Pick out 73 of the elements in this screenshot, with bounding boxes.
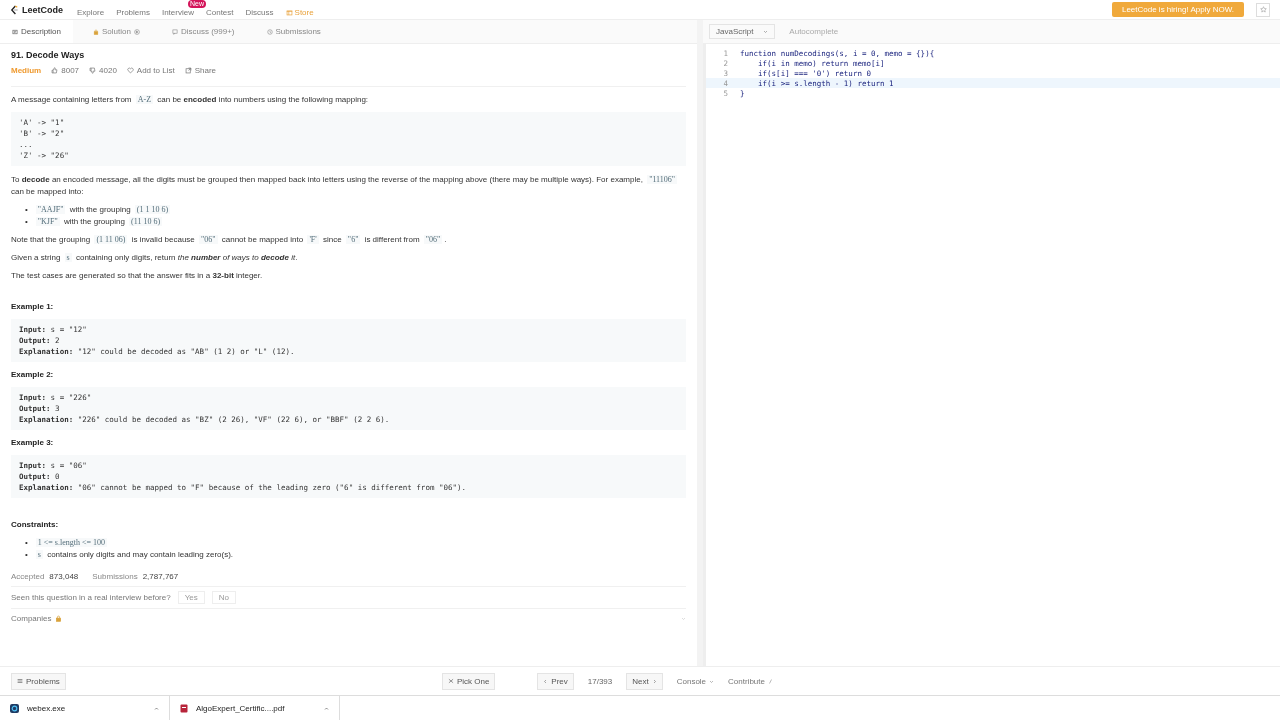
prev-button[interactable]: Prev [537,672,574,690]
section-heading: Example 1: [11,302,55,311]
submissions-stat: Submissions 2,787,767 [92,572,179,581]
pick-one-button[interactable]: Pick One [441,672,496,690]
nav-link[interactable]: Problems [116,7,150,17]
play-icon [133,28,140,35]
logo-icon [10,4,19,15]
paragraph: To decode an encoded message, all the digits must be grouped then mapped back into letters using the reverse of the mapping above (there may be multiple ways). For example, "11106" can be mapped into: [11,174,679,198]
pencil-icon [768,678,773,684]
tab[interactable]: Submissions [254,20,333,43]
chevron-up-icon [154,705,159,711]
chevron-up-icon [324,705,329,711]
caret-icon [709,678,715,684]
bullet: • [25,216,28,228]
app-icon [10,703,19,713]
companies-label: Companies [11,614,52,623]
next-button[interactable]: Next [626,672,663,690]
tab[interactable]: Description [0,20,73,43]
dislike-button[interactable]: 4020 [89,66,117,75]
accepted-stat: Accepted 873,048 [11,572,79,581]
expand-icon [681,616,686,621]
section-heading: Example 3: [11,438,55,447]
nav-link[interactable]: Interview [161,7,194,17]
bullet: • [25,549,28,561]
language-select[interactable]: JavaScript [709,24,776,39]
paragraph: Given a string s containing only digits, return the number of ways to decode it. [11,252,299,264]
star-button[interactable] [1256,2,1270,17]
like-button[interactable]: 8007 [51,66,80,75]
nav-link[interactable]: Explore [77,7,105,17]
bullet: • [25,204,28,216]
section-heading: Constraints: [11,520,60,529]
list-item: s contains only digits and may contain leading zero(s). [34,549,234,561]
paragraph: The test cases are generated so that the answer fits in a 32-bit integer. [11,270,264,282]
answer-button[interactable]: No [211,591,236,604]
caret-icon [763,29,769,34]
list-item: "AAJF" with the grouping (1 1 10 6) [34,204,172,216]
page-counter: 17/393 [587,676,613,686]
nav-link[interactable]: Contest [205,7,234,17]
add-to-list-button[interactable]: Add to List [126,66,175,75]
tab[interactable]: Discuss (999+) [159,20,247,43]
list-item: 1 <= s.length <= 100 [34,537,108,549]
menu-icon [17,678,23,684]
document-icon [12,28,18,35]
interview-question: Seen this question in a real interview before? [11,593,171,602]
answer-button[interactable]: Yes [177,591,205,604]
chevron-left-icon [543,678,549,684]
comment-icon [171,28,178,35]
file-name: AlgoExpert_Certific....pdf [196,703,285,713]
difficulty-label: Medium [11,66,42,75]
share-button[interactable]: Share [184,66,216,75]
problem-title: 91. Decode Ways [11,50,86,60]
logo-text: LeetCode [22,4,63,15]
paragraph: A message containing letters from A-Z can be encoded into numbers using the following mapping: [11,94,370,106]
problems-button[interactable]: Problems [11,672,66,690]
thumbs-up-icon [51,67,59,74]
paragraph: Note that the grouping (1 11 06) is invalid because "06" cannot be mapped into 'F' since "6" is different from "06" . [11,234,448,246]
bullet: • [25,537,28,549]
share-icon [184,67,192,74]
thumbs-down-icon [89,67,97,74]
file-name: webex.exe [27,703,66,713]
chevron-right-icon [651,678,657,684]
console-button[interactable]: Console [676,676,715,686]
section-heading: Example 2: [11,370,55,379]
star-icon [1259,6,1267,13]
heart-icon [126,67,134,74]
list-item: "KJF" with the grouping (11 10 6) [34,216,164,228]
lock-icon [55,615,63,622]
nav-link[interactable]: Discuss [245,7,274,17]
store-icon [285,8,293,16]
tab[interactable]: Solution [81,20,152,43]
contribute-link[interactable]: Contribute [728,676,773,686]
pdf-file-icon [180,703,188,713]
lock-icon [93,28,99,35]
